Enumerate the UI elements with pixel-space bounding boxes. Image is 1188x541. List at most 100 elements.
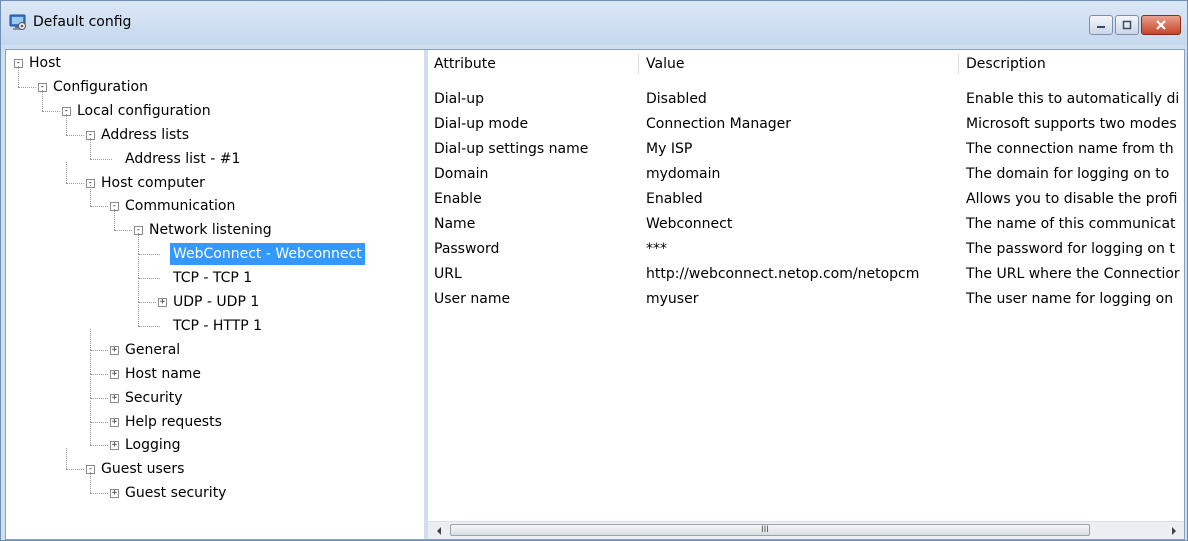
close-button[interactable] — [1141, 15, 1181, 35]
scroll-thumb[interactable]: III — [450, 524, 1090, 536]
window-title: Default config — [33, 14, 132, 30]
tree-connector — [90, 397, 108, 399]
table-row[interactable]: User name myuser The user name for logging… — [428, 287, 1184, 311]
description-cell: The connection name from th — [966, 141, 1174, 157]
tree-connector — [138, 281, 139, 302]
expand-icon[interactable]: + — [110, 417, 119, 427]
tree-item[interactable]: Guest users — [98, 458, 187, 480]
table-row[interactable]: Password *** The password for logging on t — [428, 237, 1184, 261]
value-cell: Disabled — [646, 91, 707, 107]
value-cell: My ISP — [646, 141, 693, 157]
expand-icon[interactable]: + — [158, 298, 167, 307]
caption-buttons — [1089, 15, 1181, 37]
tree-connector — [90, 376, 91, 398]
tree-connector — [90, 424, 91, 446]
value-cell: myuser — [646, 291, 699, 307]
tree-item[interactable]: Configuration — [50, 76, 151, 98]
tree-connector — [90, 185, 91, 207]
content-area: - Host - Configuration - Local configuration -… — [5, 49, 1185, 540]
expand-icon[interactable]: + — [110, 489, 119, 499]
table-row[interactable]: Domain mydomain The domain for logging on … — [428, 162, 1184, 186]
maximize-button[interactable] — [1115, 15, 1139, 35]
value-cell: http://webconnect.netop.com/netopcm — [646, 266, 920, 282]
tree-item[interactable]: Communication — [122, 195, 238, 217]
column-header-description[interactable]: Description — [960, 50, 1184, 78]
tree-item[interactable]: TCP - HTTP 1 — [170, 315, 265, 337]
attribute-cell: Password — [434, 241, 500, 257]
attribute-cell: Dial-up — [434, 91, 484, 107]
grid-header: Attribute Value Description — [428, 50, 1184, 78]
expand-icon[interactable]: + — [110, 345, 119, 355]
attribute-cell: Dial-up settings name — [434, 141, 589, 157]
config-computer-icon — [9, 14, 26, 30]
tree-connector — [114, 230, 132, 232]
tree-item[interactable]: Host computer — [98, 172, 208, 194]
tree-connector — [90, 349, 108, 351]
tree-item[interactable]: Address list - #1 — [122, 148, 243, 170]
tree-connector — [138, 304, 139, 326]
tree-connector — [138, 325, 160, 327]
scroll-left-button[interactable] — [430, 522, 447, 539]
tree-item[interactable]: General — [122, 339, 183, 361]
expand-icon[interactable]: + — [110, 441, 119, 451]
tree-connector — [138, 278, 160, 280]
table-row[interactable]: URL http://webconnect.netop.com/netopcm Th… — [428, 262, 1184, 286]
tree-item[interactable]: Local configuration — [74, 100, 214, 122]
tree-connector — [138, 257, 139, 279]
description-cell: The user name for logging on — [966, 291, 1174, 307]
tree-connector — [90, 445, 108, 447]
attribute-cell: Name — [434, 216, 476, 232]
tree-item[interactable]: Logging — [122, 434, 184, 456]
tree-connector — [18, 86, 36, 88]
tree-connector — [138, 254, 160, 256]
config-tree[interactable]: - Host - Configuration - Local configuration -… — [6, 50, 428, 539]
table-row[interactable]: Name Webconnect The name of this communica… — [428, 212, 1184, 236]
tree-item[interactable]: UDP - UDP 1 — [170, 291, 262, 313]
config-window: Default config - Host - Configuration - Local… — [0, 0, 1188, 541]
attribute-cell: User name — [434, 291, 511, 307]
description-cell: Microsoft supports two modes — [966, 116, 1177, 132]
tree-item[interactable]: Host name — [122, 363, 204, 385]
table-row[interactable]: Dial-up mode Connection Manager Microsoft … — [428, 112, 1184, 136]
table-row[interactable]: Dial-up Disabled Enable this to automatica… — [428, 87, 1184, 111]
scroll-right-button[interactable] — [1165, 522, 1182, 539]
tree-connector — [138, 302, 156, 303]
tree-connector — [90, 421, 108, 423]
column-separator[interactable] — [638, 54, 639, 74]
tree-connector — [66, 134, 84, 136]
tree-connector — [66, 113, 67, 135]
minimize-button[interactable] — [1089, 15, 1113, 35]
tree-item[interactable]: Host — [26, 52, 64, 74]
table-row[interactable]: Enable Enabled Allows you to disable the p… — [428, 187, 1184, 211]
column-header-value[interactable]: Value — [640, 50, 946, 78]
description-cell: Allows you to disable the profi — [966, 191, 1178, 207]
tree-connector — [90, 400, 91, 422]
tree-item[interactable]: Address lists — [98, 124, 192, 146]
expand-icon[interactable]: + — [110, 369, 119, 379]
column-separator[interactable] — [958, 54, 959, 74]
tree-item[interactable]: Guest security — [122, 482, 229, 504]
tree-item[interactable]: Security — [122, 387, 186, 409]
tree-connector — [42, 89, 43, 111]
horizontal-scrollbar[interactable]: III — [428, 521, 1184, 539]
tree-item[interactable]: TCP - TCP 1 — [170, 267, 255, 289]
description-cell: Enable this to automatically di — [966, 91, 1180, 107]
tree-item[interactable]: Network listening — [146, 219, 275, 241]
table-row[interactable]: Dial-up settings name My ISP The connectio… — [428, 137, 1184, 161]
tree-connector — [66, 161, 67, 183]
title-bar[interactable]: Default config — [1, 1, 1187, 45]
column-header-attribute[interactable]: Attribute — [428, 50, 634, 78]
tree-connector — [42, 110, 60, 112]
tree-item[interactable]: Help requests — [122, 411, 225, 433]
value-cell: mydomain — [646, 166, 721, 182]
attribute-cell: Domain — [434, 166, 489, 182]
tree-item[interactable]: WebConnect - Webconnect — [170, 243, 365, 266]
value-cell: Enabled — [646, 191, 703, 207]
maximize-icon — [1122, 20, 1132, 30]
tree-connector — [18, 65, 19, 87]
expand-icon[interactable]: + — [110, 393, 119, 403]
close-icon — [1156, 20, 1166, 30]
attribute-grid[interactable]: Attribute Value Description Dial-up Disab… — [428, 50, 1184, 539]
value-cell: *** — [646, 241, 667, 257]
value-cell: Connection Manager — [646, 116, 792, 132]
